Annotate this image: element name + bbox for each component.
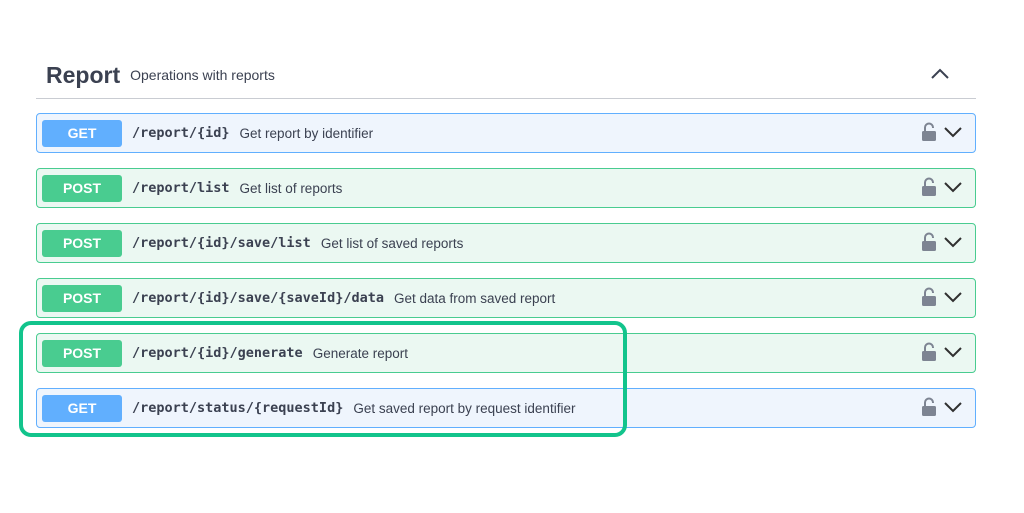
lock-icon[interactable]	[921, 122, 937, 142]
method-badge: POST	[42, 284, 122, 312]
method-badge: POST	[42, 174, 122, 202]
operation-get-report-status[interactable]: GET /report/status/{requestId} Get saved…	[36, 388, 976, 428]
lock-icon[interactable]	[921, 397, 937, 417]
operation-summary: Get report by identifier	[239, 125, 374, 141]
operation-path: /report/status/{requestId}	[132, 400, 344, 416]
section-title: Report	[46, 61, 121, 88]
lock-icon[interactable]	[921, 177, 937, 197]
operation-post-generate[interactable]: POST /report/{id}/generate Generate repo…	[36, 333, 976, 373]
operation-path: /report/list	[132, 180, 230, 196]
lock-icon[interactable]	[921, 287, 937, 307]
chevron-down-icon[interactable]	[943, 179, 963, 195]
method-badge: GET	[42, 119, 122, 147]
report-section: Report Operations with reports	[36, 52, 976, 99]
chevron-down-icon[interactable]	[943, 234, 963, 250]
operation-post-save-list[interactable]: POST /report/{id}/save/list Get list of …	[36, 223, 976, 263]
operation-get-report[interactable]: GET /report/{id} Get report by identifie…	[36, 113, 976, 153]
lock-icon[interactable]	[921, 232, 937, 252]
chevron-up-icon[interactable]	[928, 64, 952, 84]
operation-summary: Get saved report by request identifier	[353, 400, 576, 416]
chevron-down-icon[interactable]	[943, 289, 963, 305]
chevron-down-icon[interactable]	[943, 399, 963, 415]
operation-summary: Get list of reports	[239, 180, 343, 196]
method-badge: POST	[42, 229, 122, 257]
operation-summary: Get data from saved report	[393, 290, 556, 306]
operation-post-save-data[interactable]: POST /report/{id}/save/{saveId}/data Get…	[36, 278, 976, 318]
operations-list: GET /report/{id} Get report by identifie…	[36, 113, 976, 443]
method-badge: POST	[42, 339, 122, 367]
operation-summary: Get list of saved reports	[320, 235, 464, 251]
operation-path: /report/{id}	[132, 125, 230, 141]
operation-path: /report/{id}/save/list	[132, 235, 311, 251]
method-badge: GET	[42, 394, 122, 422]
chevron-down-icon[interactable]	[943, 124, 963, 140]
operation-summary: Generate report	[312, 345, 408, 361]
operation-path: /report/{id}/generate	[132, 345, 303, 361]
operation-path: /report/{id}/save/{saveId}/data	[132, 290, 384, 306]
operation-post-report-list[interactable]: POST /report/list Get list of reports	[36, 168, 976, 208]
section-description: Operations with reports	[130, 67, 275, 83]
lock-icon[interactable]	[921, 342, 937, 362]
section-header[interactable]: Report Operations with reports	[36, 52, 976, 99]
chevron-down-icon[interactable]	[943, 344, 963, 360]
